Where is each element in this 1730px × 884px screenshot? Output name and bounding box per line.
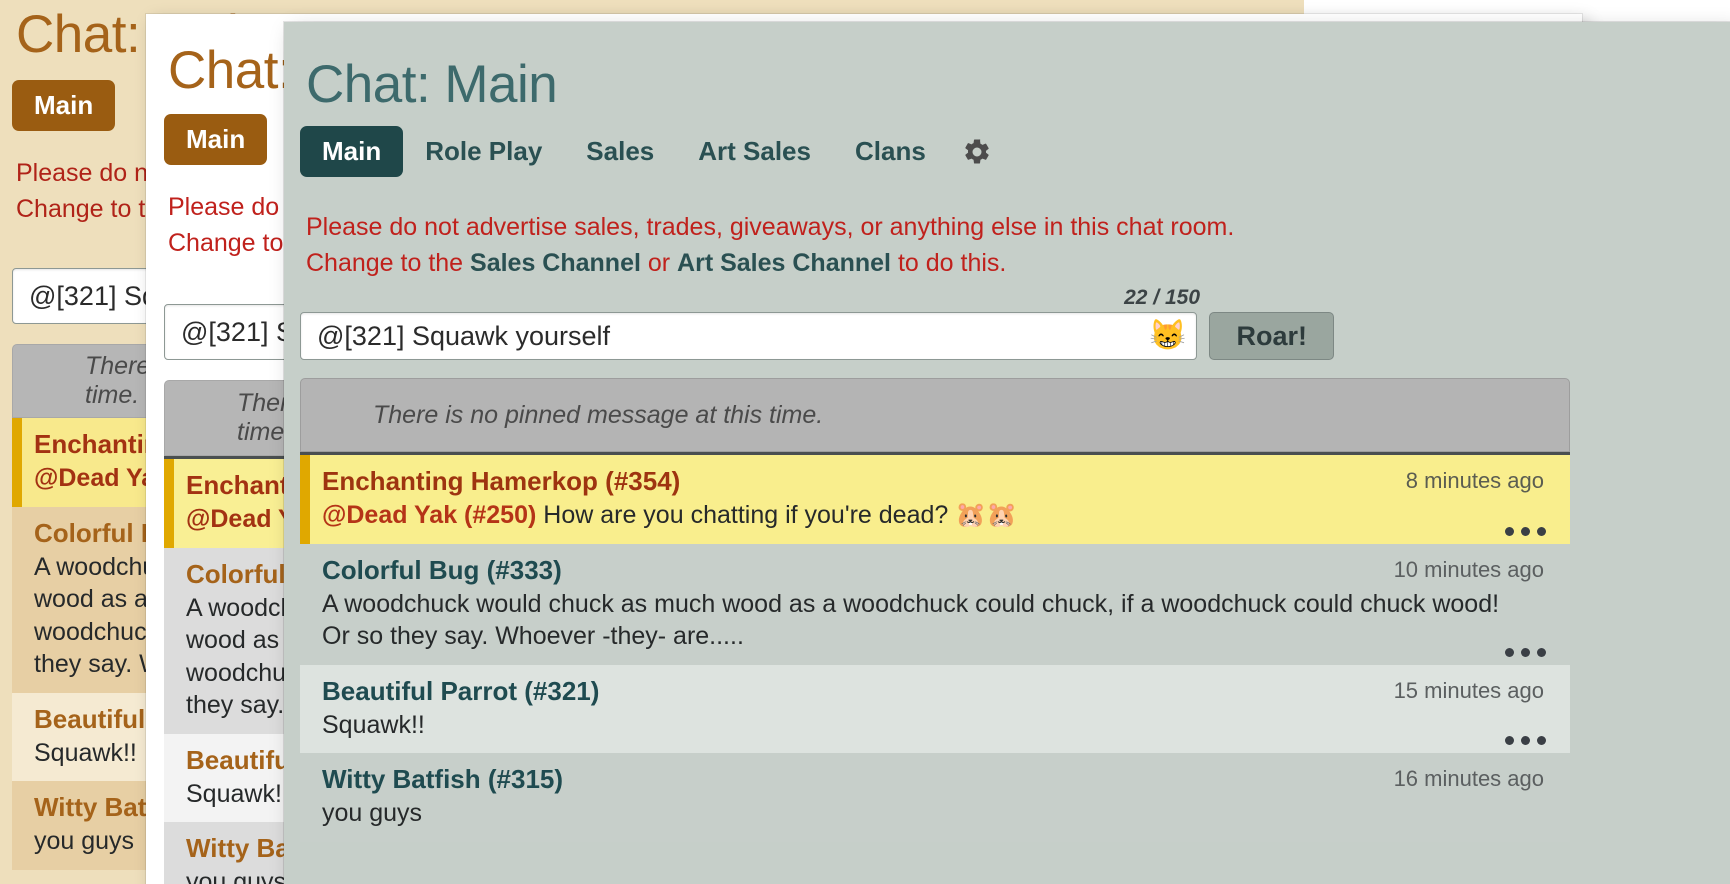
notice-line-1: Please do not advertise sales, trades, g… <box>306 213 1235 241</box>
chat-notice: Please do not advertise sales, trades, g… <box>306 210 1234 281</box>
message-body: A woodchuck would chuck as much wood as … <box>322 589 1500 651</box>
message-timestamp: 15 minutes ago <box>1393 677 1544 703</box>
message-row[interactable]: Enchanting Hamerkop (#354) 8 minutes ago… <box>300 455 1570 544</box>
channel-tabs: Main Role Play Sales Art Sales Clans <box>300 126 1006 177</box>
dot-icon <box>1521 526 1530 536</box>
tab-main[interactable]: Main <box>300 126 404 177</box>
message-row[interactable]: Beautiful Parrot (#321) 15 minutes ago S… <box>300 664 1570 753</box>
dot-icon <box>1521 647 1530 657</box>
message-body: you guys <box>322 799 423 827</box>
tabs-layer1: Main <box>12 80 116 131</box>
art-sales-channel-link[interactable]: Art Sales Channel <box>677 249 891 277</box>
screenshot-stage: Chat: Main Main Please do not advertise … <box>0 0 1730 884</box>
tab-main-layer2[interactable]: Main <box>164 114 268 165</box>
dot-icon <box>1505 526 1514 536</box>
message-text: How are you chatting if you're dead? <box>536 501 956 529</box>
dot-icon <box>1505 736 1514 745</box>
message-timestamp: 16 minutes ago <box>1393 766 1544 791</box>
gear-icon <box>965 138 989 163</box>
composer-row: @[321] Squawk yourself 😸 Roar! <box>300 312 1334 360</box>
pinned-message-text: There is no pinned message at this time. <box>373 400 824 429</box>
message-options-button[interactable] <box>1505 526 1546 536</box>
message-username[interactable]: Colorful Bug (#333) <box>322 555 562 586</box>
dot-icon <box>1537 526 1546 536</box>
cat-face-emoji-button[interactable]: 😸 <box>1141 321 1186 351</box>
dot-icon <box>1537 647 1546 657</box>
message-timestamp: 10 minutes ago <box>1393 556 1544 582</box>
tab-main-layer1[interactable]: Main <box>12 80 116 131</box>
page-title: Chat: Main <box>306 55 558 114</box>
dot-icon <box>1521 736 1530 745</box>
message-options-button[interactable] <box>1505 647 1546 657</box>
message-input-value: @[321] Squawk yourself <box>317 320 611 351</box>
sales-channel-link[interactable]: Sales Channel <box>470 249 641 277</box>
notice-suffix: to do this. <box>891 248 1007 277</box>
send-message-button[interactable]: Roar! <box>1209 312 1334 360</box>
pinned-message-bar: There is no pinned message at this time. <box>300 378 1570 452</box>
message-body: @Dead Yak (#250) How are you chatting if… <box>322 499 1510 532</box>
message-input[interactable]: @[321] Squawk yourself 😸 <box>300 312 1198 360</box>
message-timestamp: 8 minutes ago <box>1405 468 1544 493</box>
bear-emoji-group: 🐹🐹 <box>955 501 1018 529</box>
chat-settings-button[interactable] <box>948 129 1006 175</box>
message-row[interactable]: Colorful Bug (#333) 10 minutes ago A woo… <box>300 543 1570 665</box>
dot-icon <box>1537 736 1546 745</box>
chat-panel: Chat: Main Main Role Play Sales Art Sale… <box>284 22 1730 884</box>
message-row[interactable]: Witty Batfish (#315) 16 minutes ago you … <box>300 753 1570 842</box>
tabs-layer2: Main <box>164 114 268 165</box>
message-username[interactable]: Witty Batfish (#315) <box>322 764 563 795</box>
notice-prefix: Change to the <box>306 248 471 277</box>
tab-clans[interactable]: Clans <box>833 126 948 177</box>
message-username[interactable]: Enchanting Hamerkop (#354) <box>322 466 680 497</box>
message-list: Enchanting Hamerkop (#354) 8 minutes ago… <box>300 452 1570 842</box>
message-body: Squawk!! <box>322 710 425 739</box>
tab-sales[interactable]: Sales <box>564 126 676 177</box>
message-mention[interactable]: @Dead Yak (#250) <box>322 501 536 529</box>
character-counter: 22 / 150 <box>1124 286 1200 309</box>
message-options-button[interactable] <box>1505 736 1546 745</box>
message-username[interactable]: Beautiful Parrot (#321) <box>322 676 599 707</box>
dot-icon <box>1505 647 1514 657</box>
tab-art-sales[interactable]: Art Sales <box>676 126 833 177</box>
notice-line-2: Change to the Sales Channel or Art Sales… <box>306 246 1234 282</box>
tab-role-play[interactable]: Role Play <box>403 126 564 177</box>
notice-mid: or <box>640 248 678 277</box>
